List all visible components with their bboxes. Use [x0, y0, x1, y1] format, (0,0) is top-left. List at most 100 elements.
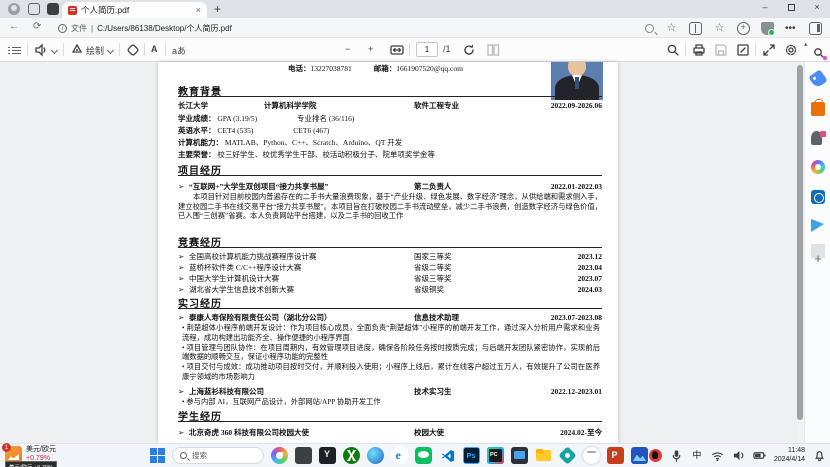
taskbar-clock[interactable]: 11:48 2024/4/14	[774, 447, 805, 464]
minimize-button[interactable]: –	[752, 0, 778, 16]
app-powerpoint-icon[interactable]	[607, 447, 624, 464]
eraser-icon[interactable]	[126, 43, 140, 57]
read-language-icon[interactable]: aあ	[172, 44, 186, 57]
wifi-icon[interactable]	[711, 449, 724, 462]
magnifier-extension-icon[interactable]	[812, 46, 826, 60]
tray-overflow-icon[interactable]: ^	[637, 449, 641, 462]
app-xbox-icon[interactable]	[343, 447, 360, 464]
competition-name: 全国高校计算机能力挑战赛程序设计赛	[189, 251, 414, 262]
app-photoshop-icon[interactable]	[463, 447, 480, 464]
computer-value: MATLAB、Python、C++、Scratch、Arduino、QT 开发	[225, 138, 402, 147]
more-menu-icon[interactable]: •••	[785, 22, 798, 35]
ime-indicator[interactable]: 中	[691, 449, 703, 462]
taskbar-center: 搜索	[150, 447, 648, 464]
save-icon[interactable]	[714, 43, 728, 57]
new-tab-button[interactable]: +	[214, 2, 221, 16]
computer-label: 计算机能力：	[178, 138, 223, 147]
app-vscode-icon[interactable]	[439, 447, 456, 464]
refresh-icon[interactable]: ⟳	[33, 21, 41, 32]
toc-icon[interactable]	[8, 45, 21, 55]
internship-period: 2023.07-2023.08	[518, 313, 602, 322]
browser-tab-strip: 个人简历.pdf × + – ×	[0, 0, 830, 18]
back-icon[interactable]: ←	[9, 21, 19, 32]
scrollbar-track[interactable]	[797, 62, 803, 443]
active-tab[interactable]: 个人简历.pdf ×	[62, 2, 207, 18]
app-ie-browser-icon[interactable]	[391, 447, 408, 464]
read-aloud-dropdown-icon[interactable]	[52, 48, 58, 54]
tab-close-icon[interactable]: ×	[196, 5, 201, 15]
app-widgets-paint-icon[interactable]	[271, 447, 288, 464]
taskbar-search[interactable]: 搜索	[172, 447, 264, 464]
page-info-icon[interactable]: i	[58, 24, 67, 33]
education-period: 2022.09-2026.06	[518, 101, 602, 110]
competition-name: 湖北省大学生信息技术创新大赛	[189, 284, 414, 295]
page-view-icon[interactable]	[486, 43, 500, 57]
page-number-input[interactable]	[416, 42, 438, 57]
collections-icon[interactable]: ☆	[713, 22, 726, 35]
close-button[interactable]: ×	[804, 0, 830, 16]
app-copilot-icon[interactable]	[367, 447, 384, 464]
profile-avatar-icon[interactable]	[8, 3, 20, 15]
pdf-page[interactable]: 电话：13227038781 邮箱：1661907520@qq.com 教育背景…	[158, 62, 618, 443]
microphone-icon[interactable]	[670, 449, 683, 462]
notification-bell-icon[interactable]	[813, 449, 826, 462]
email-label: 邮箱：	[374, 64, 397, 73]
extensions-icon[interactable]	[737, 22, 750, 35]
app-file-explorer-icon[interactable]	[535, 447, 552, 464]
fullscreen-icon[interactable]	[762, 43, 776, 57]
battery-icon[interactable]	[753, 449, 766, 462]
app-pycharm-icon[interactable]	[487, 447, 504, 464]
internship-period: 2022.12-2023.01	[518, 387, 602, 396]
address-divider: |	[91, 24, 93, 33]
weather-finance-widget[interactable]: 1 美元/欧元 +0.79% 美元/欧元 +0.79%	[5, 446, 56, 463]
sidebar-toggle-icon[interactable]	[809, 22, 822, 35]
maximize-button[interactable]	[778, 0, 804, 16]
shopping-tag-icon[interactable]	[808, 69, 827, 88]
read-aloud-icon[interactable]	[34, 43, 48, 57]
address-field[interactable]: i 文件 | C:/Users/86138/Desktop/个人简历.pdf	[58, 23, 232, 34]
add-sidebar-app-icon[interactable]: +	[811, 252, 825, 266]
outlook-icon[interactable]	[811, 190, 825, 204]
app-edge-icon[interactable]	[583, 447, 600, 464]
address-bar: ← ⟳ i 文件 | C:/Users/86138/Desktop/个人简历.p…	[0, 18, 830, 38]
volume-icon[interactable]	[732, 449, 745, 462]
search-document-icon[interactable]	[666, 43, 680, 57]
highlight-text-icon[interactable]: A	[151, 44, 158, 54]
honor-label: 主要荣誉：	[178, 150, 216, 159]
browser-essentials-icon[interactable]	[761, 22, 774, 35]
rotate-icon[interactable]	[462, 43, 476, 57]
start-button[interactable]	[150, 448, 165, 463]
competition-row: ➢ 蓝桥杯软件类 C/C++程序设计大赛 省级二等奖 2023.04	[178, 262, 602, 273]
drop-share-icon[interactable]	[811, 219, 824, 232]
draw-dropdown-icon[interactable]	[108, 48, 114, 54]
print-icon[interactable]	[692, 43, 706, 57]
fit-to-width-icon[interactable]	[390, 43, 404, 57]
internship-role: 信息技术助理	[414, 312, 518, 323]
app-media-player-icon[interactable]	[511, 447, 528, 464]
toolbox-icon[interactable]	[811, 102, 825, 116]
collapse-toolbar-icon[interactable]: ▴	[804, 40, 808, 48]
qq-tray-icon[interactable]	[649, 449, 662, 462]
zoom-indicator-icon[interactable]	[645, 24, 654, 33]
split-screen-icon[interactable]	[689, 22, 702, 35]
contacts-icon[interactable]	[811, 131, 822, 145]
settings-gear-icon[interactable]	[784, 43, 798, 57]
scrollbar-thumb[interactable]	[797, 65, 803, 420]
zoom-out-icon[interactable]: −	[345, 44, 350, 54]
draw-pen-icon[interactable]	[70, 43, 84, 57]
workspaces-icon[interactable]	[28, 3, 40, 15]
competition-award: 省级铜奖	[414, 284, 518, 295]
favorite-star-icon[interactable]: ☆	[665, 22, 678, 35]
tab-actions-icon[interactable]	[47, 3, 59, 15]
games-hub-icon[interactable]	[811, 160, 825, 174]
zoom-in-icon[interactable]: +	[368, 44, 373, 54]
id-photo	[551, 62, 603, 100]
save-as-edit-icon[interactable]	[736, 43, 750, 57]
gpa-label: 学业成绩：	[178, 114, 216, 123]
app-game-y-icon[interactable]	[319, 447, 336, 464]
app-dark-square-icon[interactable]	[295, 447, 312, 464]
app-teal-diamond-icon[interactable]	[558, 446, 576, 464]
rank-value: 专业排名 (36/116)	[297, 114, 354, 123]
draw-label[interactable]: 绘制	[86, 44, 104, 57]
app-wechat-icon[interactable]	[415, 447, 432, 464]
